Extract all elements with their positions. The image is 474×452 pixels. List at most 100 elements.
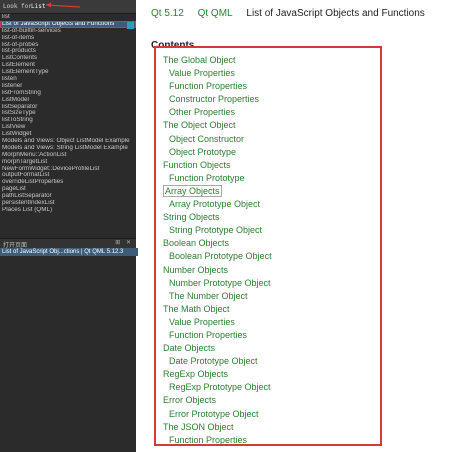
toc-link-text: Date Objects bbox=[163, 343, 216, 354]
toc-link-text: The Object Object bbox=[163, 120, 236, 131]
toc-link-text: Constructor Properties bbox=[169, 94, 260, 105]
index-item[interactable]: listener bbox=[0, 83, 136, 90]
toc-link[interactable]: Array Prototype Object bbox=[163, 198, 272, 211]
index-panel: Look for: listList of JavaScript Objects… bbox=[0, 0, 138, 452]
toc-link[interactable]: Function Objects bbox=[163, 159, 272, 172]
index-item[interactable]: outputFormatList bbox=[0, 172, 136, 179]
index-item[interactable]: listToString bbox=[0, 117, 136, 124]
toc-link[interactable]: RegExp Objects bbox=[163, 368, 272, 381]
toc-link[interactable]: Array Objects bbox=[163, 184, 272, 198]
toc-link-text: String Prototype Object bbox=[169, 225, 263, 236]
index-item[interactable]: ListModel bbox=[0, 97, 136, 104]
toc-link[interactable]: Function Properties bbox=[163, 329, 272, 342]
toc-link-text: Boolean Prototype Object bbox=[169, 251, 272, 262]
index-item[interactable]: listen bbox=[0, 76, 136, 83]
index-item[interactable]: pathListSeparator bbox=[0, 193, 136, 200]
toc-link-text: Date Prototype Object bbox=[169, 356, 258, 367]
toc-link[interactable]: Function Properties bbox=[163, 80, 272, 93]
toc-link[interactable]: Function Properties bbox=[163, 434, 272, 447]
index-item[interactable]: ListElement bbox=[0, 62, 136, 69]
toc-link[interactable]: The Global Object bbox=[163, 54, 272, 67]
toc-link-text: Object Constructor bbox=[169, 133, 245, 144]
look-for-bar: Look for: bbox=[0, 0, 136, 14]
toc-link-text: The JSON Object bbox=[163, 421, 234, 432]
index-item[interactable]: list-products bbox=[0, 48, 136, 55]
index-item[interactable]: list bbox=[0, 14, 136, 21]
toc-link[interactable]: The JSON Object bbox=[163, 421, 272, 434]
toc-link-text: Boolean Objects bbox=[163, 238, 230, 249]
toc-link[interactable]: RegExp Prototype Object bbox=[163, 381, 272, 394]
toc-link[interactable]: Error Objects bbox=[163, 394, 272, 407]
toc-link-text: Number Prototype Object bbox=[169, 277, 271, 288]
breadcrumb-qt[interactable]: Qt 5.12 bbox=[151, 8, 184, 19]
toc-link[interactable]: Number Objects bbox=[163, 264, 272, 277]
index-item[interactable]: Models and Views: Object ListModel Examp… bbox=[0, 138, 136, 145]
index-item[interactable]: ListView bbox=[0, 124, 136, 131]
panel-controls-icon[interactable]: ⊞ ✕ bbox=[115, 239, 133, 246]
toc-link[interactable]: Constructor Properties bbox=[163, 93, 272, 106]
index-item[interactable]: Places List (QML) bbox=[0, 207, 136, 214]
index-item[interactable]: listFromString bbox=[0, 90, 136, 97]
red-arrow-icon bbox=[45, 2, 81, 8]
index-item[interactable]: list-of-items bbox=[0, 35, 136, 42]
index-list: list List of JavaScript Objects and Funct… bbox=[0, 14, 136, 214]
index-item[interactable]: list-of-probes bbox=[0, 42, 136, 49]
toc-link-text: The Math Object bbox=[163, 303, 230, 314]
toc-link[interactable]: The Math Object bbox=[163, 303, 272, 316]
toc-link-text: Function Objects bbox=[163, 159, 231, 170]
toc-link-text: Array Objects bbox=[163, 184, 222, 197]
toc-link[interactable]: String Objects bbox=[163, 211, 272, 224]
toc-link[interactable]: String Prototype Object bbox=[163, 224, 272, 237]
toc-link[interactable]: Object Prototype bbox=[163, 146, 272, 159]
toc-link-text: Array Prototype Object bbox=[169, 199, 261, 210]
toc-link[interactable]: Object Constructor bbox=[163, 133, 272, 146]
breadcrumb: Qt 5.12 Qt QML List of JavaScript Object… bbox=[151, 8, 425, 19]
toc-link[interactable]: Value Properties bbox=[163, 67, 272, 80]
toc-link[interactable]: Number Prototype Object bbox=[163, 277, 272, 290]
toc-link[interactable]: Boolean Prototype Object bbox=[163, 250, 272, 263]
toc-link[interactable]: Other Properties bbox=[163, 106, 272, 119]
toc-link-text: The Number Object bbox=[169, 290, 248, 301]
toc-link[interactable]: Date Prototype Object bbox=[163, 355, 272, 368]
toc-link-text: Function Properties bbox=[169, 329, 248, 340]
index-item[interactable]: list-of-builtin-services bbox=[0, 28, 136, 35]
open-page-item[interactable]: List of JavaScript Obj...ctions | Qt QML… bbox=[0, 248, 138, 256]
toc-link-text: Function Prototype bbox=[169, 172, 245, 183]
toc-link-text: Function Properties bbox=[169, 81, 248, 92]
toc-link-text: Function Properties bbox=[169, 434, 248, 445]
index-item[interactable]: persistentIndexList bbox=[0, 200, 136, 207]
page-title: List of JavaScript Objects and Functions bbox=[246, 8, 425, 19]
toc-link-text: Number Objects bbox=[163, 264, 229, 275]
toc-link-text: String Objects bbox=[163, 212, 220, 223]
index-item[interactable]: ListContents bbox=[0, 55, 136, 62]
toc-link[interactable]: Boolean Objects bbox=[163, 237, 272, 250]
index-item[interactable]: ListWidget bbox=[0, 131, 136, 138]
index-item[interactable]: listSizeType bbox=[0, 110, 136, 117]
toc-link-text: RegExp Prototype Object bbox=[169, 382, 271, 393]
toc-link-text: Error Objects bbox=[163, 395, 217, 406]
index-item[interactable]: ListElementType bbox=[0, 69, 136, 76]
toc-link[interactable]: The Object Object bbox=[163, 119, 272, 132]
index-item[interactable]: NewFormWidget::DeviceProfileList bbox=[0, 166, 136, 173]
scrollbar-handle[interactable] bbox=[127, 22, 134, 29]
toc-link[interactable]: Date Objects bbox=[163, 342, 272, 355]
breadcrumb-qtqml[interactable]: Qt QML bbox=[198, 8, 233, 19]
toc-link-text: Value Properties bbox=[169, 316, 235, 327]
index-item[interactable]: overrideListProperties bbox=[0, 179, 136, 186]
toc-link-text: RegExp Objects bbox=[163, 369, 229, 380]
toc-link[interactable]: Error Prototype Object bbox=[163, 408, 272, 421]
toc-link[interactable]: Value Properties bbox=[163, 316, 272, 329]
index-item[interactable]: pageList bbox=[0, 186, 136, 193]
toc-link-text: Value Properties bbox=[169, 68, 235, 79]
toc-link-text: The Global Object bbox=[163, 55, 236, 65]
index-item[interactable]: listSeparator bbox=[0, 104, 136, 111]
toc-link-text: Error Prototype Object bbox=[169, 408, 259, 419]
index-item[interactable]: morphTargetList bbox=[0, 159, 136, 166]
toc-link[interactable]: Function Prototype bbox=[163, 172, 272, 185]
index-item[interactable]: MorphMenu::ActionList bbox=[0, 152, 136, 159]
index-item[interactable]: List of JavaScript Objects and Functions bbox=[0, 20, 136, 28]
toc-link-text: Object Prototype bbox=[169, 146, 237, 157]
index-item[interactable]: Models and Views: String ListModel Examp… bbox=[0, 145, 136, 152]
toc-link[interactable]: The Number Object bbox=[163, 290, 272, 303]
table-of-contents: The Global Object Value Properties Functio… bbox=[163, 54, 272, 447]
